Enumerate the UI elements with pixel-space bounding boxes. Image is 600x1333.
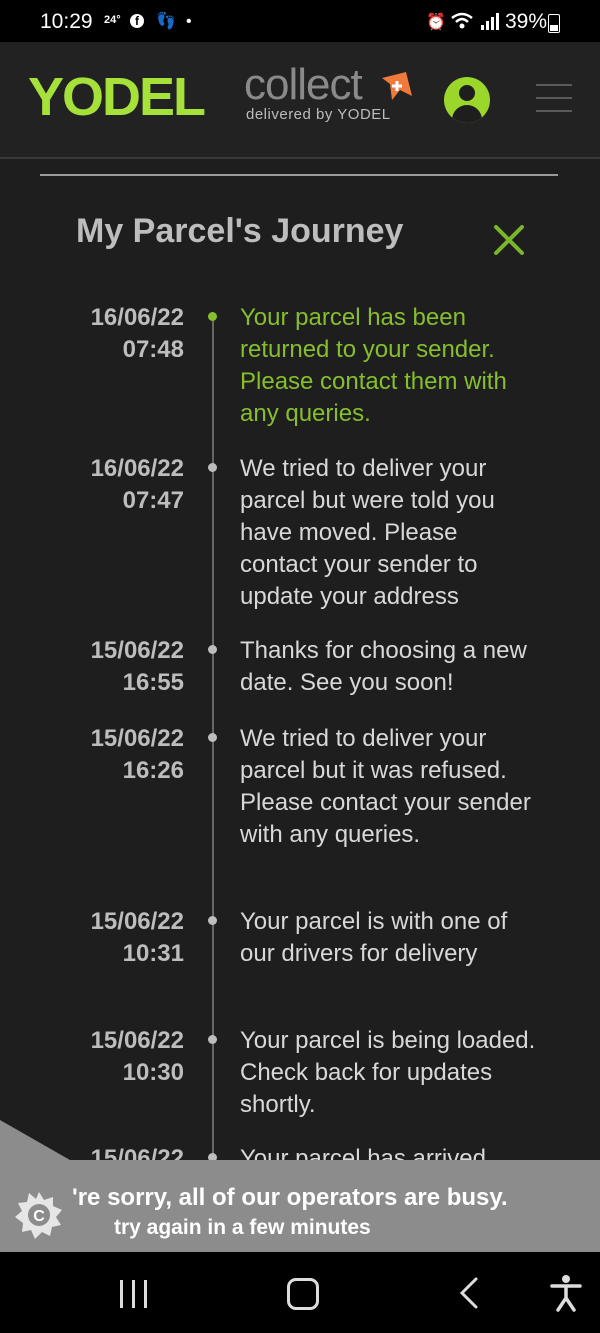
event-message: Thanks for choosing a new date. See you …	[240, 637, 527, 696]
timeline-dot	[208, 1035, 217, 1044]
event-date-time: 07:47	[122, 487, 184, 514]
event-date: 15/06/22 10:31	[40, 906, 184, 970]
event-date-day: 16/06/22	[90, 455, 184, 482]
event-date: 16/06/22 07:48	[40, 302, 184, 366]
system-nav-bar	[0, 1252, 600, 1333]
event-date: 15/06/22 16:26	[40, 723, 184, 787]
event-date-day: 15/06/22	[90, 1027, 184, 1054]
timeline-dot	[208, 463, 217, 472]
journey-timeline: 16/06/22 07:48 Your parcel has been retu…	[0, 0, 600, 1333]
event-date-time: 10:31	[122, 940, 184, 967]
event-message: Your parcel is with one of our drivers f…	[240, 908, 508, 967]
event-date-time: 16:55	[122, 669, 184, 696]
event-date-day: 15/06/22	[90, 908, 184, 935]
event-date-day: 16/06/22	[90, 304, 184, 331]
event-message: Your parcel has been returned to your se…	[240, 304, 507, 427]
back-icon[interactable]	[458, 1276, 480, 1310]
timeline-dot	[208, 916, 217, 925]
chat-badge-icon[interactable]: C	[14, 1190, 64, 1240]
event-message: We tried to deliver your parcel but it w…	[240, 725, 531, 848]
event-message: We tried to deliver your parcel but were…	[240, 455, 495, 610]
event-date: 15/06/22 16:55	[40, 635, 184, 699]
event-date: 15/06/22 10:30	[40, 1025, 184, 1089]
event-date-time: 16:26	[122, 757, 184, 784]
chat-message-line2: try again in a few minutes	[114, 1216, 371, 1239]
timeline-dot	[208, 733, 217, 742]
accessibility-icon[interactable]	[549, 1274, 583, 1312]
home-icon[interactable]	[287, 1278, 319, 1310]
recent-apps-icon[interactable]	[120, 1280, 148, 1308]
chat-badge-letter: C	[33, 1208, 45, 1225]
event-date-day: 15/06/22	[90, 637, 184, 664]
event-message: Your parcel is being loaded. Check back …	[240, 1027, 536, 1118]
chat-banner-tab	[0, 1120, 70, 1160]
event-date: 16/06/22 07:47	[40, 453, 184, 517]
timeline-line	[212, 318, 214, 1178]
event-date-time: 10:30	[122, 1059, 184, 1086]
event-date-time: 07:48	[122, 336, 184, 363]
timeline-dot	[208, 312, 217, 321]
event-date-day: 15/06/22	[90, 725, 184, 752]
timeline-dot	[208, 645, 217, 654]
chat-message-line1: 're sorry, all of our operators are busy…	[72, 1184, 508, 1211]
